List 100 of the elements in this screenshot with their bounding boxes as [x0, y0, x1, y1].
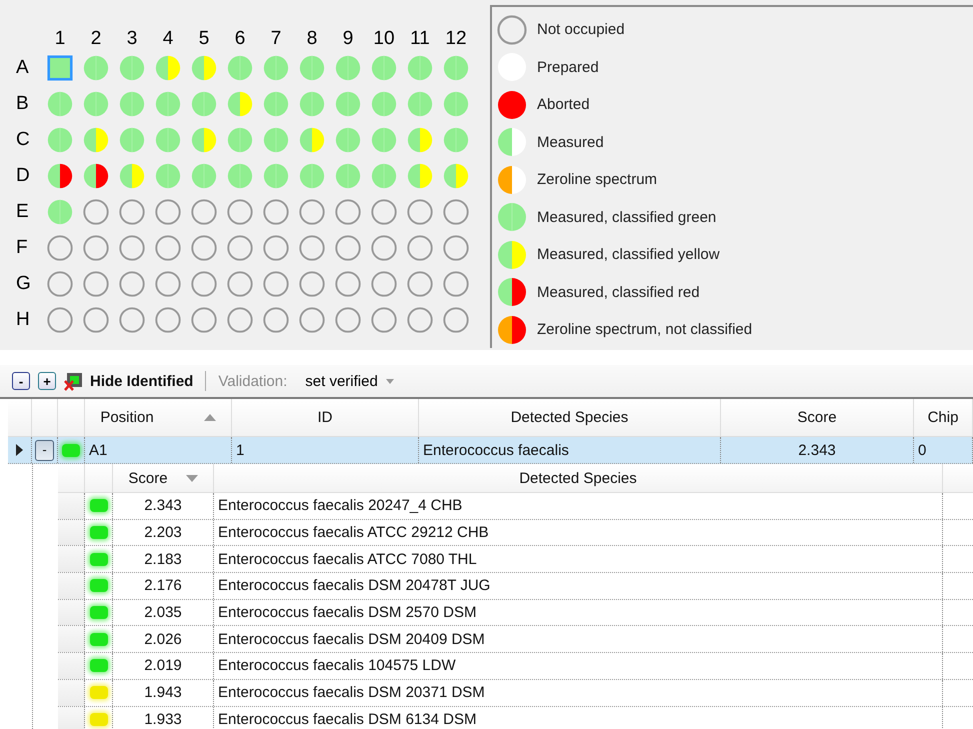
row-header[interactable]	[58, 546, 85, 572]
column-header[interactable]: Score	[721, 399, 914, 436]
empty-well[interactable]	[155, 307, 181, 333]
empty-well[interactable]	[155, 199, 181, 225]
empty-well[interactable]	[47, 271, 73, 297]
well[interactable]	[47, 163, 73, 189]
empty-well[interactable]	[443, 235, 469, 261]
table-cell: 2.026	[113, 626, 214, 652]
empty-well[interactable]	[443, 271, 469, 297]
well[interactable]	[47, 55, 73, 81]
table-cell: Enterococcus faecalis 20247_4 CHB	[214, 493, 943, 519]
column-header[interactable]: Position	[85, 399, 232, 436]
empty-well[interactable]	[335, 271, 361, 297]
column-label: 10	[373, 28, 395, 50]
empty-well[interactable]	[263, 199, 289, 225]
empty-well[interactable]	[191, 307, 217, 333]
empty-well[interactable]	[83, 271, 109, 297]
empty-well[interactable]	[263, 307, 289, 333]
column-header[interactable]: Detected Species	[419, 399, 721, 436]
table-row[interactable]: - A1 1 Enterococcus faecalis 2.343 0	[8, 437, 973, 464]
empty-well[interactable]	[371, 235, 397, 261]
row-label: H	[15, 309, 30, 331]
empty-well[interactable]	[299, 199, 325, 225]
empty-well[interactable]	[119, 199, 145, 225]
empty-well[interactable]	[263, 271, 289, 297]
column-label: 6	[234, 28, 246, 50]
empty-well[interactable]	[371, 199, 397, 225]
empty-well[interactable]	[443, 307, 469, 333]
column-label: 11	[410, 28, 430, 50]
column-label: 8	[306, 28, 318, 50]
empty-well[interactable]	[299, 307, 325, 333]
row-header[interactable]	[58, 626, 85, 652]
empty-well[interactable]	[83, 199, 109, 225]
empty-well[interactable]	[335, 307, 361, 333]
empty-well[interactable]	[83, 307, 109, 333]
empty-well[interactable]	[227, 235, 253, 261]
empty-well[interactable]	[407, 307, 433, 333]
collapse-all-button[interactable]: -	[12, 372, 30, 390]
column-header[interactable]: Detected Species	[214, 464, 943, 492]
empty-well[interactable]	[227, 199, 253, 225]
empty-well[interactable]	[407, 271, 433, 297]
row-header[interactable]	[58, 520, 85, 546]
table-cell: Enterococcus faecalis 104575 LDW	[214, 653, 943, 679]
empty-well[interactable]	[191, 271, 217, 297]
collapse-row-button[interactable]: -	[35, 440, 54, 460]
row-label: A	[15, 57, 29, 79]
empty-well[interactable]	[119, 235, 145, 261]
empty-well[interactable]	[371, 307, 397, 333]
sort-ascending-icon	[204, 414, 216, 421]
column-label: 3	[126, 28, 138, 50]
table-cell: Enterococcus faecalis DSM 20478T JUG	[214, 573, 943, 599]
column-label: 1	[54, 28, 66, 50]
table-cell: 2.203	[113, 520, 214, 546]
row-header[interactable]	[58, 706, 85, 729]
empty-well[interactable]	[227, 271, 253, 297]
empty-well[interactable]	[335, 235, 361, 261]
empty-well[interactable]	[191, 235, 217, 261]
empty-well[interactable]	[47, 235, 73, 261]
legend-label: Measured, classified yellow	[537, 246, 720, 264]
empty-well[interactable]	[443, 199, 469, 225]
column-label: 12	[445, 28, 467, 50]
empty-well[interactable]	[299, 271, 325, 297]
column-label: 5	[198, 28, 210, 50]
row-label: F	[15, 237, 28, 259]
table-cell: 2.176	[113, 573, 214, 599]
empty-well[interactable]	[83, 235, 109, 261]
empty-well[interactable]	[47, 307, 73, 333]
table-cell: Enterococcus faecalis ATCC 7080 THL	[214, 546, 943, 572]
hide-icon	[64, 371, 84, 391]
well[interactable]	[83, 163, 109, 189]
column-header[interactable]: Chip	[914, 399, 973, 436]
empty-well[interactable]	[371, 271, 397, 297]
empty-well[interactable]	[155, 271, 181, 297]
empty-well[interactable]	[191, 199, 217, 225]
column-label: 2	[90, 28, 102, 50]
column-label: 4	[162, 28, 174, 50]
row-label: D	[15, 165, 30, 187]
legend-label: Measured, classified red	[537, 284, 700, 301]
row-header[interactable]	[58, 680, 85, 706]
hide-identified-button[interactable]: Hide Identified	[64, 371, 194, 391]
empty-well[interactable]	[155, 235, 181, 261]
empty-well[interactable]	[263, 235, 289, 261]
column-header[interactable]: Score	[113, 464, 214, 492]
empty-well[interactable]	[335, 199, 361, 225]
empty-well[interactable]	[407, 235, 433, 261]
expand-all-button[interactable]: +	[38, 372, 56, 390]
empty-well[interactable]	[407, 199, 433, 225]
legend-label: Zeroline spectrum, not classified	[537, 321, 752, 338]
row-header[interactable]	[58, 600, 85, 626]
table-cell: 2.183	[113, 546, 214, 572]
empty-well[interactable]	[119, 307, 145, 333]
empty-well[interactable]	[227, 307, 253, 333]
table-cell: 0	[914, 437, 973, 463]
column-label: 7	[270, 28, 282, 50]
row-pointer-icon	[16, 444, 23, 456]
column-header[interactable]: ID	[232, 399, 419, 436]
empty-well[interactable]	[299, 235, 325, 261]
row-label: C	[15, 129, 30, 151]
empty-well[interactable]	[119, 271, 145, 297]
column-label: 9	[342, 28, 354, 50]
